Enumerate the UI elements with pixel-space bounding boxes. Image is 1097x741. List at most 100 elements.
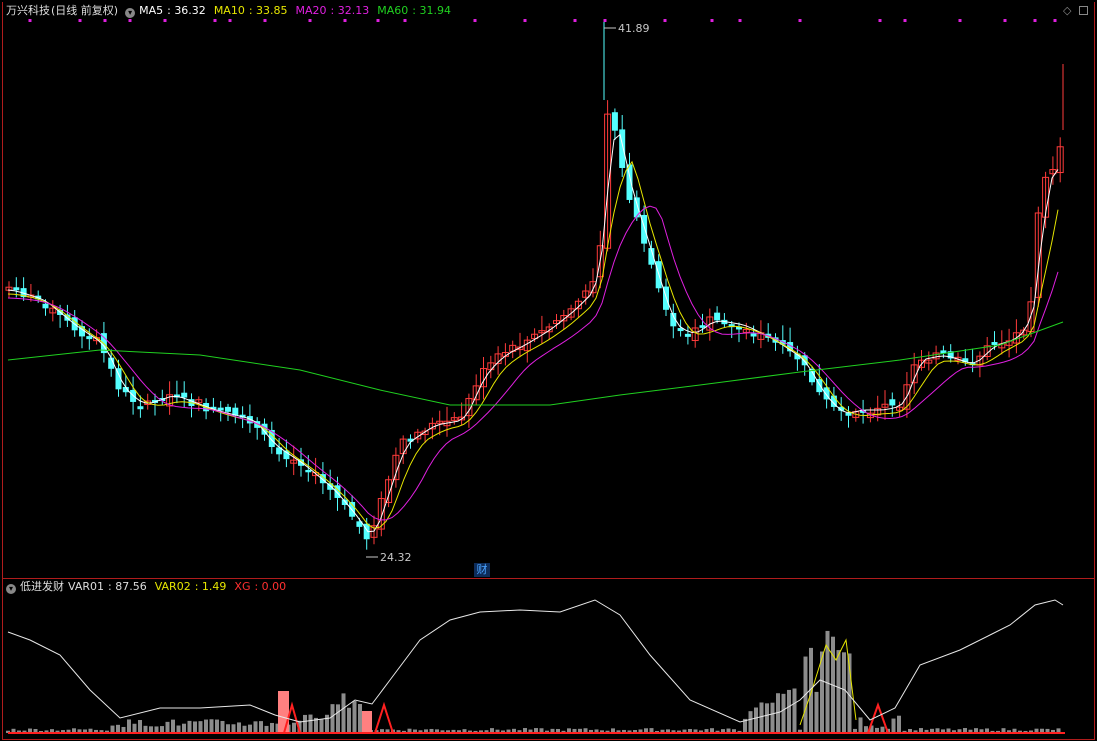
signal-bar — [278, 691, 289, 733]
var02-bar — [754, 707, 758, 733]
candle-body — [633, 197, 640, 218]
var02-bar — [160, 726, 164, 733]
stock-title: 万兴科技 — [6, 4, 50, 17]
var02-bar — [198, 721, 203, 733]
var02-bar — [319, 719, 324, 733]
signal-dot — [573, 19, 577, 22]
var02-bar — [308, 714, 313, 733]
var02-bar — [787, 689, 791, 733]
candle-body — [217, 407, 224, 411]
diamond-icon[interactable]: ◇ — [1063, 4, 1071, 17]
var02-bar — [193, 721, 197, 733]
var02-bar — [325, 714, 329, 733]
period-label: (日线 前复权) — [51, 4, 119, 17]
var02-bar — [138, 720, 142, 733]
var01-line — [7, 599, 1064, 723]
signal-dot — [603, 19, 607, 22]
signal-dot — [663, 19, 667, 22]
candle-body — [626, 164, 633, 200]
var02-bar — [336, 704, 340, 733]
var02-bar — [358, 703, 362, 733]
candle-body — [305, 469, 312, 473]
candle-body — [611, 112, 618, 131]
var02-bar — [264, 725, 269, 733]
ma5-line — [7, 133, 1059, 533]
candle-body — [750, 333, 757, 337]
var02-bar — [204, 719, 208, 733]
var02-bar — [259, 721, 263, 733]
var02-bar — [270, 722, 274, 733]
signal-dot — [523, 19, 527, 22]
var02-bar — [242, 725, 247, 733]
var02-bar — [897, 715, 901, 733]
signal-dot — [473, 19, 477, 22]
var02-bar — [781, 693, 786, 733]
var02-bar — [759, 702, 764, 733]
var02-bar — [182, 723, 186, 733]
candle-body — [714, 312, 721, 321]
settings-chevron-icon[interactable]: ▾ — [125, 8, 136, 18]
ma10-line — [7, 160, 1059, 529]
var02-bar — [237, 722, 241, 733]
var02-bar — [770, 702, 775, 733]
var02-bar — [187, 720, 192, 733]
xg-label: XG: 0.00 — [234, 580, 287, 593]
chart-window[interactable]: 41.89 24.32 万兴科技(日线 前复权) ▾ MA5: 36.32 MA10: … — [0, 0, 1097, 741]
main-legend: 万兴科技(日线 前复权) ▾ MA5: 36.32 MA10: 33.85 MA20: … — [6, 2, 459, 20]
candle-body — [889, 399, 896, 406]
var02-bar — [253, 721, 258, 733]
var02-bar — [220, 720, 225, 733]
var02-bar — [341, 693, 346, 733]
ma10-label: MA10: 33.85 — [213, 4, 288, 17]
var02-bar — [116, 724, 120, 733]
kline-chart[interactable]: 41.89 24.32 — [0, 0, 1097, 741]
var02-bar — [171, 719, 175, 733]
var02-bar — [165, 721, 170, 733]
var02-bar — [209, 719, 214, 733]
var02-bar — [143, 725, 148, 733]
var02-bar — [292, 722, 296, 733]
var02-bar — [248, 724, 252, 733]
maximize-icon[interactable] — [1079, 6, 1088, 15]
candle-body — [13, 287, 20, 291]
var02-bar — [352, 700, 357, 733]
indicator-legend: ▾ 低进发财 VAR01: 87.56 VAR02: 1.49 XG: 0.00 — [6, 578, 294, 596]
var02-bar — [858, 717, 863, 733]
signal-dot — [738, 19, 742, 22]
high-price-label: 41.89 — [618, 22, 650, 35]
var02-bar — [842, 652, 846, 733]
var02-bar — [748, 711, 753, 733]
var02-bar — [110, 725, 115, 733]
var01-label: VAR01: 87.56 — [68, 580, 147, 593]
signal-bar — [362, 711, 372, 733]
var02-bar — [792, 688, 797, 733]
candle-body — [225, 406, 231, 412]
ma20-line — [7, 205, 1059, 521]
ma20-label: MA20: 32.13 — [295, 4, 370, 17]
candle-body — [181, 392, 188, 398]
var02-bar — [765, 703, 769, 733]
candle-body — [86, 336, 93, 340]
candle-body — [137, 406, 144, 410]
signal-dot — [958, 19, 962, 22]
signal-dot — [903, 19, 907, 22]
var02-bar — [231, 724, 236, 733]
var02-bar — [127, 719, 131, 733]
ma5-label: MA5: 36.32 — [139, 4, 206, 17]
ma60-label: MA60: 31.94 — [377, 4, 451, 17]
var02-bar — [226, 724, 230, 733]
finance-badge[interactable]: 财 — [474, 563, 490, 577]
var02-bar — [814, 691, 819, 733]
signal-dot — [1033, 19, 1037, 22]
signal-dot — [798, 19, 802, 22]
var02-bar — [836, 650, 841, 733]
var02-label: VAR02: 1.49 — [154, 580, 227, 593]
signal-dot — [878, 19, 882, 22]
indicator-chevron-icon[interactable]: ▾ — [6, 584, 16, 594]
var02-bar — [891, 718, 896, 733]
var02-bar — [176, 725, 181, 733]
var02-bar — [303, 714, 307, 733]
signal-dot — [1003, 19, 1007, 22]
var02-bar — [132, 723, 137, 733]
candle-body — [684, 333, 691, 337]
